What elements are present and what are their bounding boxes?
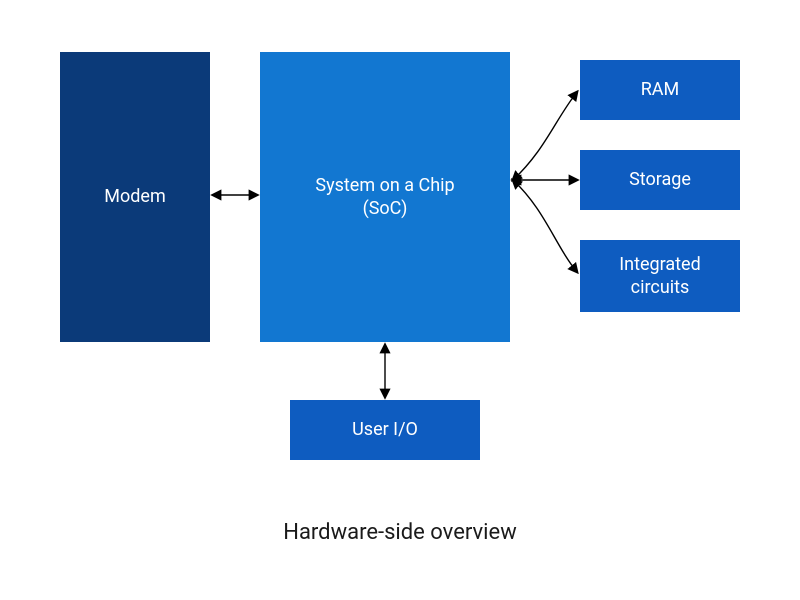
- block-storage-label: Storage: [629, 168, 691, 191]
- block-soc-label: System on a Chip (SoC): [315, 174, 454, 221]
- block-modem-label: Modem: [104, 185, 165, 208]
- block-ram: RAM: [580, 60, 740, 120]
- diagram-caption-text: Hardware-side overview: [283, 520, 516, 545]
- block-ic: Integrated circuits: [580, 240, 740, 312]
- arrow-soc-ram: [513, 92, 577, 180]
- diagram-caption: Hardware-side overview: [0, 520, 800, 545]
- block-userio-label: User I/O: [352, 418, 418, 441]
- arrow-soc-ic: [513, 180, 577, 272]
- block-modem: Modem: [60, 52, 210, 342]
- block-ram-label: RAM: [641, 78, 680, 101]
- block-userio: User I/O: [290, 400, 480, 460]
- block-ic-label: Integrated circuits: [619, 253, 701, 300]
- block-soc: System on a Chip (SoC): [260, 52, 510, 342]
- block-storage: Storage: [580, 150, 740, 210]
